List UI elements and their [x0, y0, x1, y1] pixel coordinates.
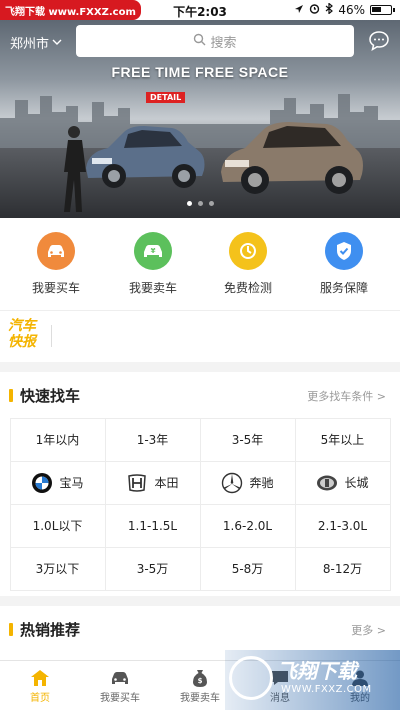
tab-label: 我要买车	[100, 693, 140, 704]
car-icon	[37, 232, 75, 270]
quick-label: 免费检测	[223, 281, 272, 295]
alarm-icon	[309, 3, 320, 17]
search-input[interactable]: 搜索	[76, 25, 354, 57]
battery-icon	[370, 5, 395, 15]
filter-age-cell[interactable]: 1年以内	[9, 417, 106, 462]
search-icon	[193, 33, 206, 50]
filter-price-cell[interactable]: 5-8万	[199, 546, 296, 591]
section-title: 热销推荐	[20, 621, 81, 639]
bluetooth-icon	[325, 2, 334, 17]
status-right: 46%	[294, 2, 395, 17]
bmw-logo-icon	[32, 472, 53, 493]
filter-price-cell[interactable]: 3-5万	[104, 546, 201, 591]
car-news-logo: 汽车快报	[8, 318, 36, 350]
pagination-dot[interactable]	[208, 201, 214, 206]
filter-brand-cell[interactable]: 长城	[294, 460, 391, 505]
more-filters-link[interactable]: 更多找车条件 >	[307, 388, 386, 404]
shield-icon	[325, 232, 363, 270]
svg-text:¥: ¥	[151, 247, 156, 255]
watermark-title: 飞翔下载	[277, 659, 357, 683]
filter-label: 宝马	[59, 476, 84, 490]
section-accent-bar	[9, 623, 13, 636]
filter-label: 1.6-2.0L	[222, 518, 273, 533]
filter-label: 5-8万	[231, 562, 264, 576]
tab-label: 首页	[30, 693, 50, 704]
location-icon	[294, 3, 304, 17]
watermark-logo-icon	[229, 656, 273, 700]
filter-displacement-cell[interactable]: 2.1-3.0L	[294, 503, 391, 548]
benz-logo-icon	[222, 472, 243, 493]
filter-label: 奔驰	[249, 476, 274, 490]
divider	[51, 325, 52, 347]
quick-label: 我要卖车	[128, 281, 177, 295]
section-title: 快速找车	[20, 387, 81, 405]
car-icon	[80, 667, 160, 689]
quick-actions-panel: 我要买车 ¥ 我要卖车 免费检测 服务保障	[0, 218, 400, 310]
filter-brand-cell[interactable]: 奔驰	[199, 460, 296, 505]
filter-label: 3万以下	[35, 562, 80, 576]
filter-label: 5年以上	[320, 433, 365, 447]
quick-find-section: 快速找车 更多找车条件 > 1年以内 1-3年 3-5年 5年以上 宝马 本田 …	[0, 372, 400, 596]
news-ticker[interactable]: 汽车快报	[0, 310, 400, 362]
inspection-icon	[229, 232, 267, 270]
svg-text:$: $	[198, 677, 203, 685]
pagination-dot[interactable]	[186, 201, 192, 206]
filter-label: 1.0L以下	[32, 519, 83, 533]
filter-grid: 1年以内 1-3年 3-5年 5年以上 宝马 本田 奔驰 长城 1.0L以下 1…	[9, 417, 391, 591]
filter-age-cell[interactable]: 5年以上	[294, 417, 391, 462]
filter-label: 3-5年	[231, 433, 264, 447]
search-placeholder: 搜索	[210, 35, 237, 51]
filter-label: 本田	[154, 476, 179, 490]
filter-label: 3-5万	[136, 562, 169, 576]
filter-label: 2.1-3.0L	[317, 518, 368, 533]
filter-label: 1.1-1.5L	[127, 518, 178, 533]
watermark-url: WWW.FXXZ.COM	[281, 684, 372, 695]
honda-logo-icon	[128, 473, 147, 492]
filter-label: 1-3年	[136, 433, 169, 447]
filter-label: 8-12万	[322, 562, 363, 576]
app-screen: 飞翔下载 www.FXXZ.com 下午2:03 46% FREE TIME F…	[0, 0, 400, 710]
battery-percent: 46%	[338, 3, 365, 17]
filter-displacement-cell[interactable]: 1.1-1.5L	[104, 503, 201, 548]
tab-home[interactable]: 首页	[0, 667, 80, 704]
filter-price-cell[interactable]: 3万以下	[9, 546, 106, 591]
tab-buy-car[interactable]: 我要买车	[80, 667, 160, 704]
blue-suv-image	[86, 126, 205, 188]
filter-displacement-cell[interactable]: 1.6-2.0L	[199, 503, 296, 548]
banner-detail-tag: DETAIL	[146, 92, 186, 103]
site-watermark-overlay: 飞翔下载 WWW.FXXZ.COM	[225, 650, 400, 710]
chat-bubble-icon	[368, 31, 390, 56]
more-link[interactable]: 更多 >	[351, 622, 386, 638]
banner-pagination[interactable]	[0, 201, 400, 206]
filter-price-cell[interactable]: 8-12万	[294, 546, 391, 591]
home-icon	[0, 667, 80, 689]
city-label: 郑州市	[10, 37, 50, 52]
chevron-down-icon	[52, 35, 62, 50]
filter-label: 长城	[344, 476, 369, 490]
quick-service-guarantee[interactable]: 服务保障	[294, 232, 394, 296]
banner-headline: FREE TIME FREE SPACE	[111, 64, 289, 80]
quick-sell-car[interactable]: ¥ 我要卖车	[103, 232, 203, 296]
quick-label: 服务保障	[319, 281, 368, 295]
quick-label: 我要买车	[31, 281, 80, 295]
pagination-dot[interactable]	[197, 201, 203, 206]
message-button[interactable]	[368, 30, 390, 52]
section-header: 热销推荐 更多 >	[0, 606, 400, 652]
filter-displacement-cell[interactable]: 1.0L以下	[9, 503, 106, 548]
section-header: 快速找车 更多找车条件 >	[0, 372, 400, 418]
section-accent-bar	[9, 389, 13, 402]
quick-buy-car[interactable]: 我要买车	[6, 232, 106, 296]
great-wall-logo-icon	[317, 475, 338, 490]
filter-brand-cell[interactable]: 本田	[104, 460, 201, 505]
status-bar: 飞翔下载 www.FXXZ.com 下午2:03 46%	[0, 0, 400, 20]
city-selector[interactable]: 郑州市	[10, 33, 62, 52]
filter-brand-cell[interactable]: 宝马	[9, 460, 106, 505]
sell-car-icon: ¥	[134, 232, 172, 270]
filter-age-cell[interactable]: 1-3年	[104, 417, 201, 462]
filter-label: 1年以内	[35, 433, 80, 447]
bronze-suv-image	[221, 122, 363, 194]
filter-age-cell[interactable]: 3-5年	[199, 417, 296, 462]
quick-free-inspection[interactable]: 免费检测	[198, 232, 298, 296]
